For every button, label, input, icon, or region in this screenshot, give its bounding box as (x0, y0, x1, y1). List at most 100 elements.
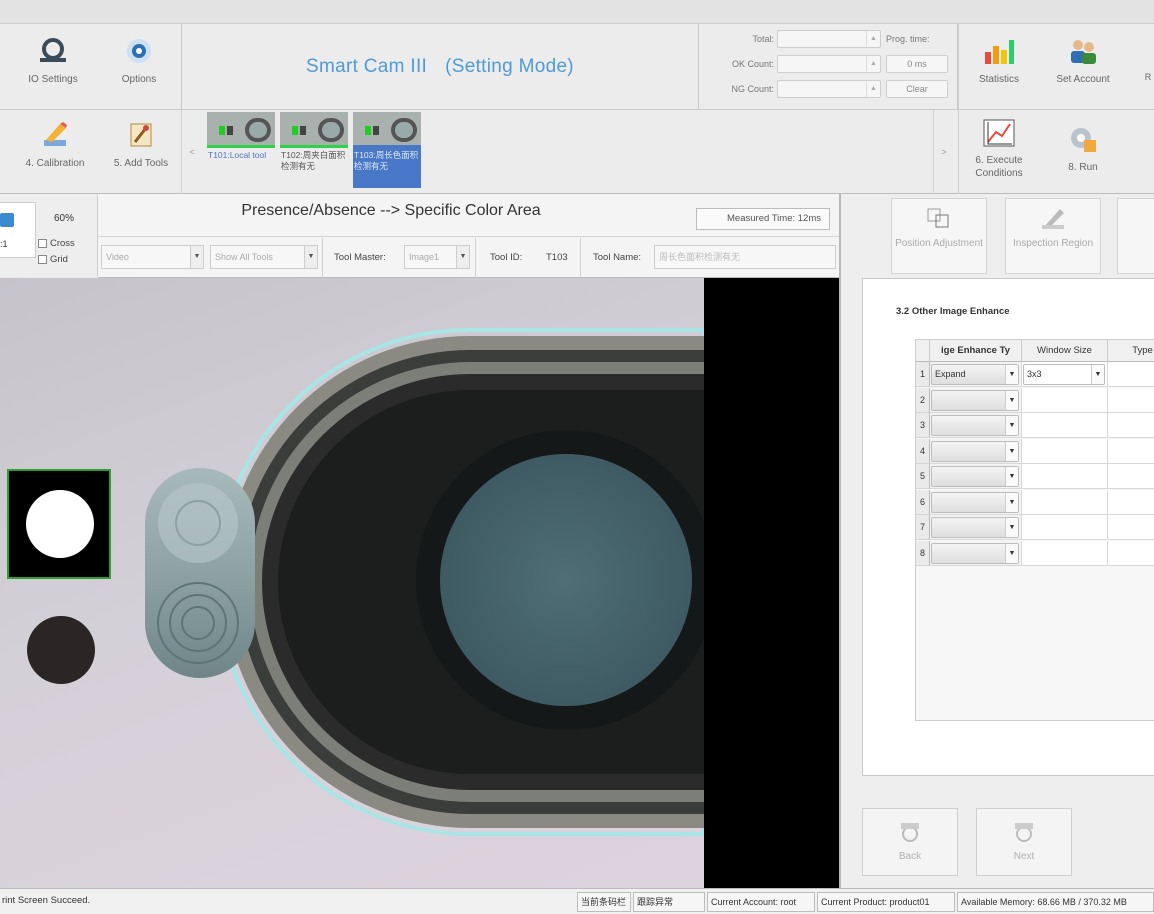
table-row[interactable]: 4 ▼ (916, 438, 1154, 464)
add-tools-button[interactable]: 5. Add Tools (104, 118, 178, 169)
execute-conditions-icon (982, 116, 1016, 150)
settings-panel: Position Adjustment Inspection Region 3.… (839, 194, 1154, 888)
window-size-value: 3x3 (1027, 369, 1042, 379)
chevron-down-icon: ▼ (190, 246, 203, 268)
window-size-cell (1022, 413, 1108, 438)
set-account-button[interactable]: Set Account (1046, 34, 1120, 85)
status-product: Current Product: product01 (817, 892, 955, 912)
row-number: 6 (916, 489, 930, 515)
cross-checkbox[interactable]: Cross (38, 238, 75, 249)
options-button[interactable]: Options (104, 34, 174, 85)
enhance-type-select[interactable]: ▼ (931, 491, 1019, 513)
report-button-partial[interactable]: R (1142, 72, 1154, 82)
step-toolbar: 4. Calibration 5. Add Tools < > 6. Execu… (0, 110, 1154, 194)
table-row[interactable]: 5 ▼ (916, 464, 1154, 489)
video-select-value: Video (106, 252, 129, 262)
enhance-table[interactable]: ige Enhance Ty Window Size Type 1 Expand ▼… (915, 339, 1154, 721)
show-tools-value: Show All Tools (215, 252, 273, 262)
ok-count-label: OK Count: (731, 59, 774, 69)
row-number: 2 (916, 387, 930, 413)
window-size-cell (1022, 464, 1108, 489)
status-tracking: 跟踪异常 (633, 892, 705, 912)
enhance-type-select[interactable]: Expand ▼ (931, 364, 1019, 385)
enhance-type-select[interactable]: ▼ (931, 440, 1019, 462)
calibration-label: 4. Calibration (25, 158, 85, 169)
inspection-region-button[interactable]: Inspection Region (1005, 198, 1101, 274)
statistics-button[interactable]: Statistics (962, 34, 1036, 85)
tools-next-button[interactable]: > (935, 110, 953, 194)
divider (98, 236, 839, 237)
window-size-cell (1022, 540, 1108, 566)
zoom-ratio: :1 (0, 239, 8, 249)
tools-prev-button[interactable]: < (183, 110, 201, 194)
execute-conditions-label: 6. Execute Conditions (975, 155, 1023, 179)
tool-thumb-image (207, 112, 275, 148)
table-row[interactable]: 8 ▼ (916, 540, 1154, 566)
tool-thumb-label: T103:周长色面积检测有无 (354, 150, 419, 171)
ng-count-label: NG Count: (731, 84, 774, 94)
table-row[interactable]: 6 ▼ (916, 489, 1154, 515)
back-button[interactable]: Back (862, 808, 958, 876)
camera-image[interactable] (0, 278, 704, 888)
window-size-cell (1022, 438, 1108, 464)
position-adjustment-label: Position Adjustment (895, 238, 983, 249)
enhance-type-select[interactable]: ▼ (931, 389, 1019, 411)
chevron-down-icon: ▼ (1005, 518, 1018, 537)
enhance-type-select[interactable]: ▼ (931, 517, 1019, 538)
app-title: Smart Cam III (Setting Mode) (181, 24, 699, 110)
chevron-down-icon: ▼ (1005, 467, 1018, 486)
tool-thumb-image (280, 112, 348, 148)
next-button[interactable]: Next (976, 808, 1072, 876)
window-size-select[interactable]: 3x3 ▼ (1023, 364, 1105, 385)
options-icon (122, 34, 156, 68)
inspection-conditions-button[interactable] (1117, 198, 1154, 274)
io-settings-button[interactable]: IO Settings (18, 34, 88, 85)
tool-name-input[interactable]: 周长色面积检测有无 (654, 245, 836, 269)
enhance-type-select[interactable]: ▼ (931, 466, 1019, 487)
tool-thumb-t102[interactable]: T102:周夹白面积检测有无 (280, 112, 348, 188)
divider (475, 238, 476, 278)
enhance-type-select[interactable]: ▼ (931, 542, 1019, 564)
prog-time-value: 0 ms (886, 55, 948, 73)
run-button[interactable]: 8. Run (1046, 122, 1120, 173)
calibration-button[interactable]: 4. Calibration (18, 118, 92, 169)
status-memory: Available Memory: 68.66 MB / 370.32 MB (957, 892, 1154, 912)
camera-icon (0, 213, 14, 227)
enhance-type-cell: Expand ▼ (930, 362, 1022, 387)
table-row[interactable]: 3 ▼ (916, 413, 1154, 438)
row-number: 5 (916, 464, 930, 489)
tool-name-label: Tool Name: (593, 252, 642, 263)
show-tools-select[interactable]: Show All Tools ▼ (210, 245, 318, 269)
tool-id-label: Tool ID: (490, 252, 523, 263)
chevron-down-icon: ▼ (304, 246, 317, 268)
chevron-down-icon: ▼ (1005, 441, 1018, 461)
statistics-icon (982, 34, 1016, 68)
inspection-title: Presence/Absence --> Specific Color Area (241, 202, 541, 219)
grid-checkbox[interactable]: Grid (38, 254, 68, 265)
tool-master-select[interactable]: Image1 ▼ (404, 245, 470, 269)
row-number: 4 (916, 438, 930, 464)
table-row[interactable]: 1 Expand ▼ 3x3 ▼ (916, 362, 1154, 387)
checkbox-box (38, 254, 47, 264)
zoom-preview[interactable]: :1 (0, 202, 36, 258)
type-cell (1108, 362, 1154, 387)
header-window-size: Window Size (1022, 340, 1108, 362)
row-number: 1 (916, 362, 930, 387)
enhance-type-select[interactable]: ▼ (931, 415, 1019, 436)
clear-button[interactable]: Clear (886, 80, 948, 98)
video-select[interactable]: Video ▼ (101, 245, 204, 269)
execute-conditions-button[interactable]: 6. Execute Conditions (962, 116, 1036, 180)
io-settings-label: IO Settings (28, 74, 78, 85)
table-row[interactable]: 2 ▼ (916, 387, 1154, 413)
header-type: Type (1108, 340, 1154, 362)
enhance-type-cell: ▼ (930, 438, 1022, 464)
position-adjustment-button[interactable]: Position Adjustment (891, 198, 987, 274)
inspection-header: Presence/Absence --> Specific Color Area… (98, 194, 839, 278)
tool-thumb-t103[interactable]: T103:周长色面积检测有无 (353, 112, 421, 188)
status-account: Current Account: root (707, 892, 815, 912)
enhance-type-cell: ▼ (930, 413, 1022, 438)
type-cell (1108, 515, 1154, 540)
table-row[interactable]: 7 ▼ (916, 515, 1154, 540)
tool-thumb-t101[interactable]: T101:Local tool (207, 112, 275, 188)
checkbox-box (38, 238, 47, 248)
